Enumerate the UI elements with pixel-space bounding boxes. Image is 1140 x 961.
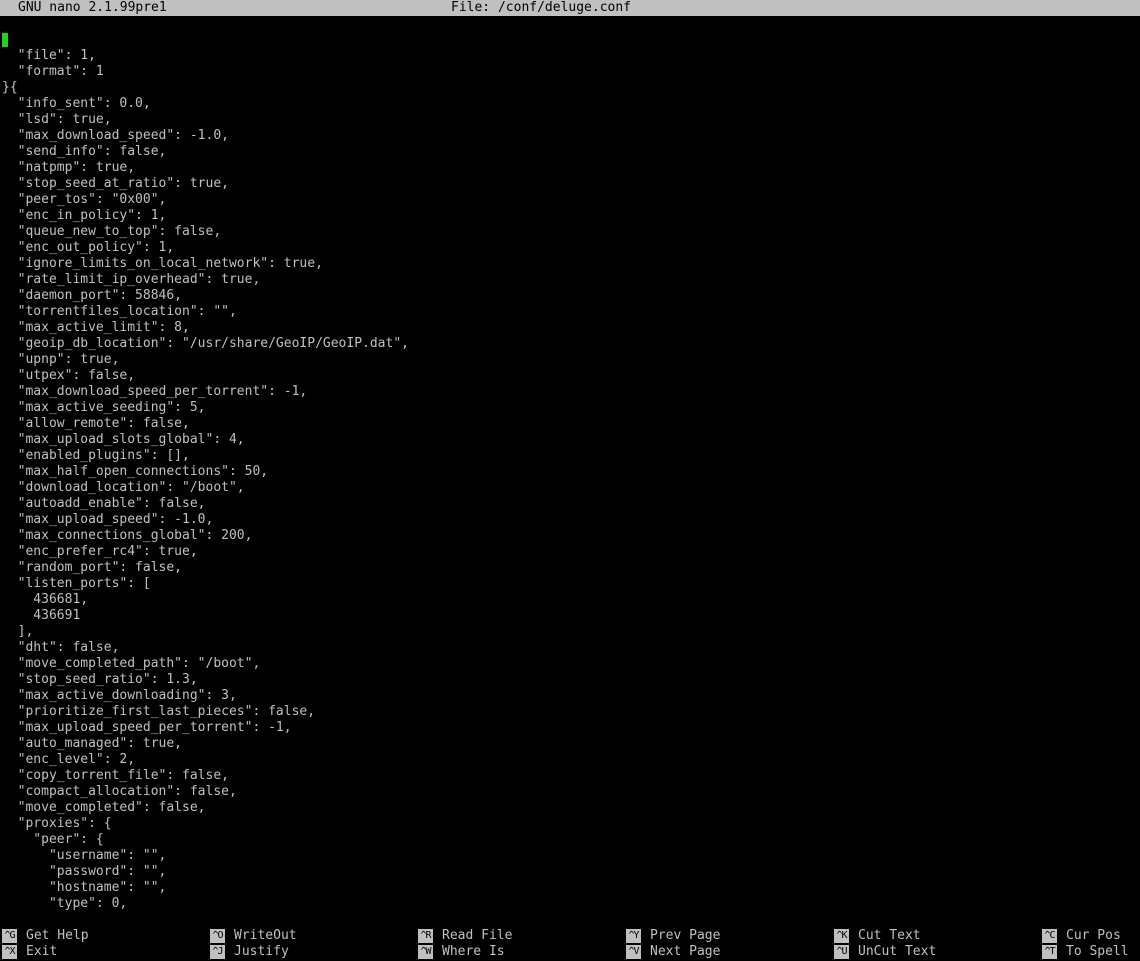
editor-line: "info_sent": 0.0,: [2, 96, 151, 111]
editor-line: "max_active_limit": 8,: [2, 320, 190, 335]
editor-line: "copy_torrent_file": false,: [2, 768, 229, 783]
editor-line: "max_half_open_connections": 50,: [2, 464, 269, 479]
editor-line: "queue_new_to_top": false,: [2, 224, 222, 239]
editor-line: "auto_managed": true,: [2, 736, 183, 751]
editor-line: 436691: [2, 608, 81, 623]
editor-line: }{: [2, 80, 18, 95]
shortcut-label: Justify: [234, 944, 289, 959]
editor-line: "max_download_speed_per_torrent": -1,: [2, 384, 308, 399]
editor-line: "utpex": false,: [2, 368, 136, 383]
editor-line: "max_upload_slots_global": 4,: [2, 432, 245, 447]
editor-line: "peer": {: [2, 832, 104, 847]
shortcut-key: ^G: [2, 929, 17, 943]
editor-line: "daemon_port": 58846,: [2, 288, 183, 303]
editor-line: "send_info": false,: [2, 144, 167, 159]
shortcut-bar: ^G Get Help ^O WriteOut ^R Read File ^Y Prev Pa…: [0, 928, 1140, 960]
shortcut-key: ^J: [210, 945, 225, 959]
editor-line: "ignore_limits_on_local_network": true,: [2, 256, 323, 271]
app-name: GNU nano 2.1.99pre1: [18, 0, 167, 15]
editor-line: "compact_allocation": false,: [2, 784, 237, 799]
shortcut-key: ^T: [1042, 945, 1057, 959]
editor-line: "stop_seed_ratio": 1.3,: [2, 672, 198, 687]
shortcut-where-is[interactable]: ^W Where Is: [418, 944, 505, 960]
shortcut-to-spell[interactable]: ^T To Spell: [1042, 944, 1129, 960]
shortcut-get-help[interactable]: ^G Get Help: [2, 928, 89, 944]
shortcut-exit[interactable]: ^X Exit: [2, 944, 57, 960]
editor-line: "enc_out_policy": 1,: [2, 240, 175, 255]
editor-line: "random_port": false,: [2, 560, 183, 575]
editor-line: "geoip_db_location": "/usr/share/GeoIP/G…: [2, 336, 409, 351]
shortcut-label: UnCut Text: [858, 944, 937, 959]
shortcut-key: ^V: [626, 945, 641, 959]
editor-line: "enc_level": 2,: [2, 752, 136, 767]
editor-line: "upnp": true,: [2, 352, 120, 367]
shortcut-key: ^X: [2, 945, 17, 959]
editor-line: "enabled_plugins": [],: [2, 448, 190, 463]
editor-line: "move_completed": false,: [2, 800, 206, 815]
shortcut-label: Next Page: [650, 944, 721, 959]
editor-line: "file": 1,: [2, 48, 96, 63]
editor-line: "max_upload_speed_per_torrent": -1,: [2, 720, 292, 735]
shortcut-read-file[interactable]: ^R Read File: [418, 928, 512, 944]
shortcut-label: WriteOut: [234, 928, 297, 943]
editor-line: "natpmp": true,: [2, 160, 136, 175]
shortcut-label: Prev Page: [650, 928, 721, 943]
shortcut-key: ^Y: [626, 929, 641, 943]
editor-line: "prioritize_first_last_pieces": false,: [2, 704, 316, 719]
editor-line: "lsd": true,: [2, 112, 112, 127]
editor-text-area[interactable]: "file": 1, "format": 1}{ "info_sent": 0.…: [2, 32, 1138, 912]
shortcut-label: Cur Pos: [1066, 928, 1121, 943]
editor-line: "type": 0,: [2, 896, 128, 911]
editor-line: "max_active_seeding": 5,: [2, 400, 206, 415]
editor-line: [2, 32, 1138, 48]
editor-line: "username": "",: [2, 848, 167, 863]
editor-line: 436681,: [2, 592, 89, 607]
editor-line: "max_active_downloading": 3,: [2, 688, 237, 703]
editor-line: "dht": false,: [2, 640, 120, 655]
editor-line: "enc_prefer_rc4": true,: [2, 544, 198, 559]
editor-line: "listen_ports": [: [2, 576, 151, 591]
editor-line: "enc_in_policy": 1,: [2, 208, 167, 223]
editor-line: "hostname": "",: [2, 880, 167, 895]
editor-line: "move_completed_path": "/boot",: [2, 656, 261, 671]
shortcut-justify[interactable]: ^J Justify: [210, 944, 289, 960]
shortcut-uncut-text[interactable]: ^U UnCut Text: [834, 944, 936, 960]
shortcut-cut-text[interactable]: ^K Cut Text: [834, 928, 921, 944]
editor-line: "rate_limit_ip_overhead": true,: [2, 272, 261, 287]
text-cursor: [2, 33, 8, 47]
shortcut-label: Where Is: [442, 944, 505, 959]
editor-line: "allow_remote": false,: [2, 416, 190, 431]
editor-line: "download_location": "/boot",: [2, 480, 245, 495]
shortcut-writeout[interactable]: ^O WriteOut: [210, 928, 297, 944]
editor-line: "max_download_speed": -1.0,: [2, 128, 229, 143]
editor-line: "password": "",: [2, 864, 167, 879]
shortcut-key: ^R: [418, 929, 433, 943]
file-name: File: /conf/deluge.conf: [451, 0, 632, 15]
shortcut-label: Cut Text: [858, 928, 921, 943]
shortcut-key: ^W: [418, 945, 433, 959]
shortcut-key: ^U: [834, 945, 849, 959]
shortcut-prev-page[interactable]: ^Y Prev Page: [626, 928, 720, 944]
shortcut-label: Read File: [442, 928, 513, 943]
editor-line: "torrentfiles_location": "",: [2, 304, 237, 319]
shortcut-label: To Spell: [1066, 944, 1129, 959]
shortcut-key: ^O: [210, 929, 225, 943]
editor-line: "proxies": {: [2, 816, 112, 831]
shortcut-label: Get Help: [26, 928, 89, 943]
shortcut-key: ^C: [1042, 929, 1057, 943]
editor-line: "format": 1: [2, 64, 104, 79]
editor-line: "max_upload_speed": -1.0,: [2, 512, 214, 527]
title-bar: GNU nano 2.1.99pre1 File: /conf/deluge.c…: [0, 0, 1140, 16]
shortcut-next-page[interactable]: ^V Next Page: [626, 944, 720, 960]
shortcut-cur-pos[interactable]: ^C Cur Pos: [1042, 928, 1121, 944]
editor-line: "peer_tos": "0x00",: [2, 192, 167, 207]
editor-line: "stop_seed_at_ratio": true,: [2, 176, 229, 191]
shortcut-label: Exit: [26, 944, 58, 959]
shortcut-key: ^K: [834, 929, 849, 943]
editor-line: "max_connections_global": 200,: [2, 528, 253, 543]
editor-line: "autoadd_enable": false,: [2, 496, 206, 511]
editor-line: ],: [2, 624, 34, 639]
